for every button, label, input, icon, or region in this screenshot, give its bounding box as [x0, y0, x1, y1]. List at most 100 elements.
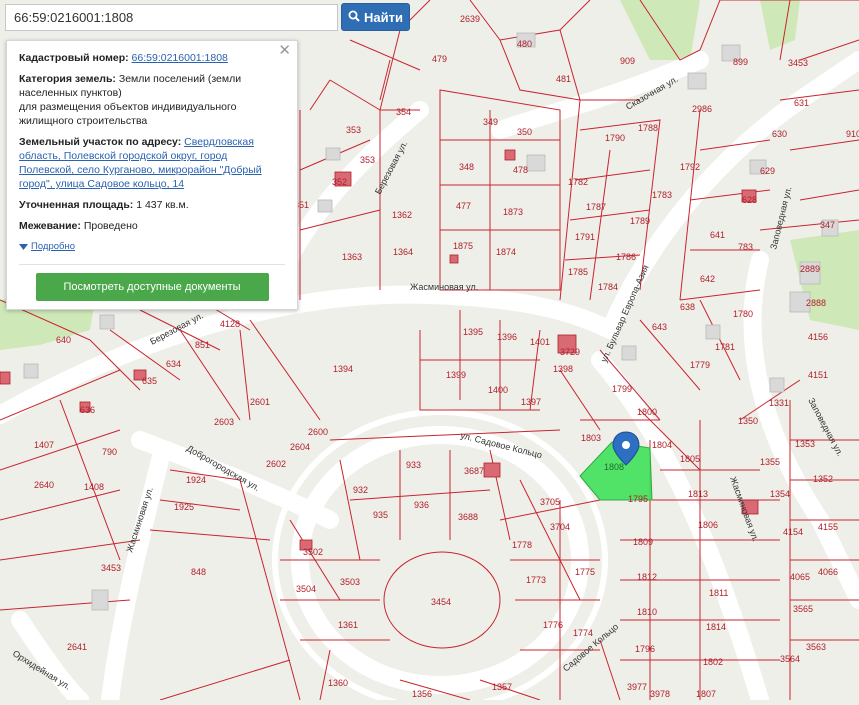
svg-text:1874: 1874: [496, 247, 516, 257]
cadastral-row: Кадастровый номер: 66:59:0216001:1808: [19, 51, 285, 65]
cadastral-label: Кадастровый номер:: [19, 52, 129, 64]
svg-text:1813: 1813: [688, 489, 708, 499]
svg-text:1773: 1773: [526, 575, 546, 585]
svg-text:3977: 3977: [627, 682, 647, 692]
svg-text:3704: 3704: [550, 522, 570, 532]
divider: [19, 264, 285, 265]
svg-text:3504: 3504: [296, 584, 316, 594]
search-input[interactable]: [5, 4, 338, 31]
svg-text:1396: 1396: [497, 332, 517, 342]
svg-text:1791: 1791: [575, 232, 595, 242]
svg-text:631: 631: [794, 98, 809, 108]
svg-text:1355: 1355: [760, 457, 780, 467]
svg-text:1803: 1803: [581, 433, 601, 443]
svg-text:1875: 1875: [453, 241, 473, 251]
svg-text:1361: 1361: [338, 620, 358, 630]
details-toggle[interactable]: Подробно: [19, 240, 285, 254]
svg-text:4155: 4155: [818, 522, 838, 532]
svg-text:347: 347: [820, 220, 835, 230]
svg-text:2601: 2601: [250, 397, 270, 407]
search-icon: [348, 10, 360, 25]
svg-text:1812: 1812: [637, 572, 657, 582]
svg-text:2639: 2639: [460, 14, 480, 24]
svg-text:352: 352: [332, 177, 347, 187]
svg-text:3687: 3687: [464, 466, 484, 476]
svg-text:628: 628: [742, 195, 757, 205]
svg-text:1787: 1787: [586, 202, 606, 212]
svg-text:4156: 4156: [808, 332, 828, 342]
svg-text:1785: 1785: [568, 267, 588, 277]
svg-text:1783: 1783: [652, 190, 672, 200]
svg-text:4151: 4151: [808, 370, 828, 380]
svg-text:350: 350: [517, 127, 532, 137]
svg-text:909: 909: [620, 56, 635, 66]
close-icon[interactable]: ✕: [278, 43, 291, 58]
search-button[interactable]: Найти: [341, 3, 410, 31]
svg-text:1810: 1810: [637, 607, 657, 617]
svg-text:933: 933: [406, 460, 421, 470]
svg-text:629: 629: [760, 166, 775, 176]
svg-text:2888: 2888: [806, 298, 826, 308]
svg-text:642: 642: [700, 274, 715, 284]
svg-text:3563: 3563: [806, 642, 826, 652]
svg-text:3454: 3454: [431, 597, 451, 607]
svg-text:1397: 1397: [521, 397, 541, 407]
svg-text:3502: 3502: [303, 547, 323, 557]
view-documents-button[interactable]: Посмотреть доступные документы: [35, 273, 269, 301]
address-label: Земельный участок по адресу:: [19, 136, 182, 148]
area-label: Уточненная площадь:: [19, 199, 134, 211]
svg-text:630: 630: [772, 129, 787, 139]
survey-value: Проведено: [83, 220, 138, 232]
area-row: Уточненная площадь: 1 437 кв.м.: [19, 198, 285, 212]
svg-text:1776: 1776: [543, 620, 563, 630]
svg-text:1873: 1873: [503, 207, 523, 217]
svg-text:1362: 1362: [392, 210, 412, 220]
svg-text:4128: 4128: [220, 319, 240, 329]
svg-text:353: 353: [360, 155, 375, 165]
svg-text:3688: 3688: [458, 512, 478, 522]
svg-text:1792: 1792: [680, 162, 700, 172]
svg-text:478: 478: [513, 165, 528, 175]
svg-text:1802: 1802: [703, 657, 723, 667]
parcel-info-panel: ✕ Кадастровый номер: 66:59:0216001:1808 …: [6, 40, 298, 310]
svg-text:1360: 1360: [328, 678, 348, 688]
svg-text:2602: 2602: [266, 459, 286, 469]
svg-text:3453: 3453: [101, 563, 121, 573]
svg-text:1804: 1804: [652, 440, 672, 450]
svg-text:1800: 1800: [637, 407, 657, 417]
details-label: Подробно: [31, 241, 75, 252]
svg-text:1781: 1781: [715, 342, 735, 352]
svg-text:1357: 1357: [492, 682, 512, 692]
svg-text:1401: 1401: [530, 337, 550, 347]
svg-text:2641: 2641: [67, 642, 87, 652]
area-value: 1 437 кв.м.: [136, 199, 189, 211]
svg-text:4065: 4065: [790, 572, 810, 582]
svg-text:910: 910: [846, 129, 859, 139]
svg-text:635: 635: [142, 376, 157, 386]
svg-text:1789: 1789: [630, 216, 650, 226]
svg-text:1407: 1407: [34, 440, 54, 450]
svg-text:1790: 1790: [605, 133, 625, 143]
svg-text:1331: 1331: [769, 398, 789, 408]
cadastral-link[interactable]: 66:59:0216001:1808: [132, 52, 228, 64]
svg-text:349: 349: [483, 117, 498, 127]
category-label: Категория земель:: [19, 73, 116, 85]
svg-text:1353: 1353: [795, 439, 815, 449]
svg-text:1352: 1352: [813, 474, 833, 484]
svg-text:1398: 1398: [553, 364, 573, 374]
svg-text:1809: 1809: [633, 537, 653, 547]
svg-text:480: 480: [517, 39, 532, 49]
address-row: Земельный участок по адресу: Свердловска…: [19, 135, 285, 191]
svg-text:636: 636: [80, 405, 95, 415]
svg-text:2604: 2604: [290, 442, 310, 452]
svg-text:641: 641: [710, 230, 725, 240]
svg-text:1805: 1805: [680, 454, 700, 464]
svg-text:1780: 1780: [733, 309, 753, 319]
svg-text:2986: 2986: [692, 104, 712, 114]
svg-text:1354: 1354: [770, 489, 790, 499]
svg-text:1807: 1807: [696, 689, 716, 699]
svg-text:1408: 1408: [84, 482, 104, 492]
svg-text:848: 848: [191, 567, 206, 577]
svg-text:640: 640: [56, 335, 71, 345]
svg-text:1350: 1350: [738, 416, 758, 426]
